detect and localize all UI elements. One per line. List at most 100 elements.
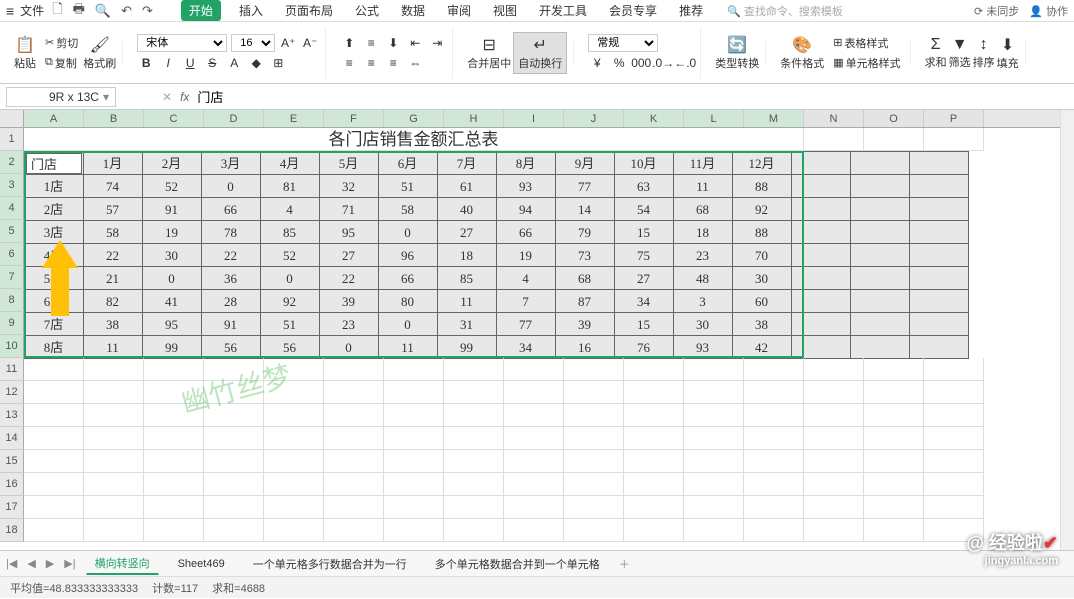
cell[interactable] [144,381,204,404]
cell[interactable] [924,128,984,151]
cell[interactable] [384,404,444,427]
cell[interactable]: 32 [319,174,379,198]
number-format-select[interactable]: 常规 [588,34,658,52]
cell[interactable] [84,473,144,496]
cell[interactable] [24,358,84,381]
cell[interactable] [624,496,684,519]
col-header[interactable]: N [804,110,864,127]
cell[interactable] [924,427,984,450]
cell[interactable]: 15 [614,220,674,244]
cell[interactable] [624,473,684,496]
cell[interactable] [444,519,504,542]
cell[interactable]: 4店 [24,243,84,267]
cell[interactable] [144,450,204,473]
redo-icon[interactable]: ↷ [140,3,155,19]
sheet-nav-next-icon[interactable]: ▶ [46,557,54,570]
cell[interactable]: 79 [555,220,615,244]
cell[interactable] [564,381,624,404]
cell[interactable] [444,473,504,496]
bold-button[interactable]: B [137,54,155,72]
cell[interactable] [804,519,864,542]
row-header[interactable]: 12 [0,381,24,404]
row-header[interactable]: 16 [0,473,24,496]
cell[interactable]: 61 [437,174,497,198]
row-header[interactable]: 2 [0,151,24,174]
cell[interactable] [850,243,910,267]
cell[interactable] [791,243,851,267]
cell[interactable] [864,381,924,404]
cell[interactable] [324,519,384,542]
row-header[interactable]: 10 [0,335,24,358]
cell[interactable]: 99 [142,335,202,359]
cell[interactable] [24,427,84,450]
cell[interactable] [791,266,851,290]
cell[interactable] [850,289,910,313]
cell[interactable]: 68 [555,266,615,290]
cell[interactable]: 28 [201,289,261,313]
cell[interactable]: 1月 [83,151,143,175]
cell[interactable] [804,427,864,450]
preview-icon[interactable]: 🔍 [93,3,113,19]
cell[interactable] [624,450,684,473]
cell[interactable]: 76 [614,335,674,359]
cell[interactable] [864,128,924,151]
cell[interactable] [384,358,444,381]
cell[interactable]: 52 [260,243,320,267]
sync-status[interactable]: ⟳ 未同步 [974,3,1019,19]
cell[interactable]: 85 [437,266,497,290]
cell[interactable] [864,473,924,496]
cell[interactable] [384,473,444,496]
cell[interactable]: 39 [555,312,615,336]
sheet-nav-first-icon[interactable]: |◀ [6,557,17,570]
table-style-button[interactable]: ⊞ 表格样式 [830,34,903,52]
cell[interactable] [144,496,204,519]
cell[interactable]: 3月 [201,151,261,175]
cell[interactable] [864,358,924,381]
cell[interactable]: 30 [673,312,733,336]
cell[interactable] [804,381,864,404]
cell[interactable]: 99 [437,335,497,359]
row-header[interactable]: 1 [0,128,24,151]
merge-center-button[interactable]: ⊟合并居中 [467,35,511,71]
cell[interactable] [744,404,804,427]
cell[interactable] [144,404,204,427]
copy-button[interactable]: ⧉ 复制 [42,54,81,72]
cell[interactable]: 10月 [614,151,674,175]
font-color-button[interactable]: A [225,54,243,72]
cell[interactable]: 11月 [673,151,733,175]
cell[interactable]: 7店 [24,312,84,336]
cell[interactable] [564,473,624,496]
col-header[interactable]: E [264,110,324,127]
col-header[interactable]: M [744,110,804,127]
cell[interactable] [264,358,324,381]
cell[interactable]: 18 [673,220,733,244]
cell[interactable] [924,496,984,519]
cell[interactable] [384,381,444,404]
cell[interactable]: 54 [614,197,674,221]
align-mid-icon[interactable]: ≡ [362,34,380,52]
align-right-icon[interactable]: ≡ [384,54,402,72]
cell[interactable] [850,174,910,198]
row-header[interactable]: 13 [0,404,24,427]
format-painter-button[interactable]: 🖌格式刷 [83,35,116,71]
spreadsheet-grid[interactable]: ABCDEFGHIJKLMNOP 1各门店销售金额汇总表2门店1月2月3月4月5… [0,110,1074,550]
row-header[interactable]: 3 [0,174,24,197]
cell[interactable] [804,404,864,427]
cell[interactable] [504,358,564,381]
cell[interactable] [850,335,910,359]
cell[interactable] [84,519,144,542]
cell[interactable]: 23 [673,243,733,267]
cell[interactable]: 60 [732,289,792,313]
col-header[interactable]: G [384,110,444,127]
tab-dev[interactable]: 开发工具 [535,0,591,21]
row-header[interactable]: 5 [0,220,24,243]
currency-icon[interactable]: ¥ [588,54,606,72]
cell[interactable] [744,519,804,542]
cell[interactable]: 40 [437,197,497,221]
cell[interactable] [850,266,910,290]
cell[interactable]: 0 [142,266,202,290]
cell[interactable]: 门店 [24,151,84,175]
cell[interactable] [384,519,444,542]
cell[interactable]: 2月 [142,151,202,175]
cell[interactable] [924,473,984,496]
